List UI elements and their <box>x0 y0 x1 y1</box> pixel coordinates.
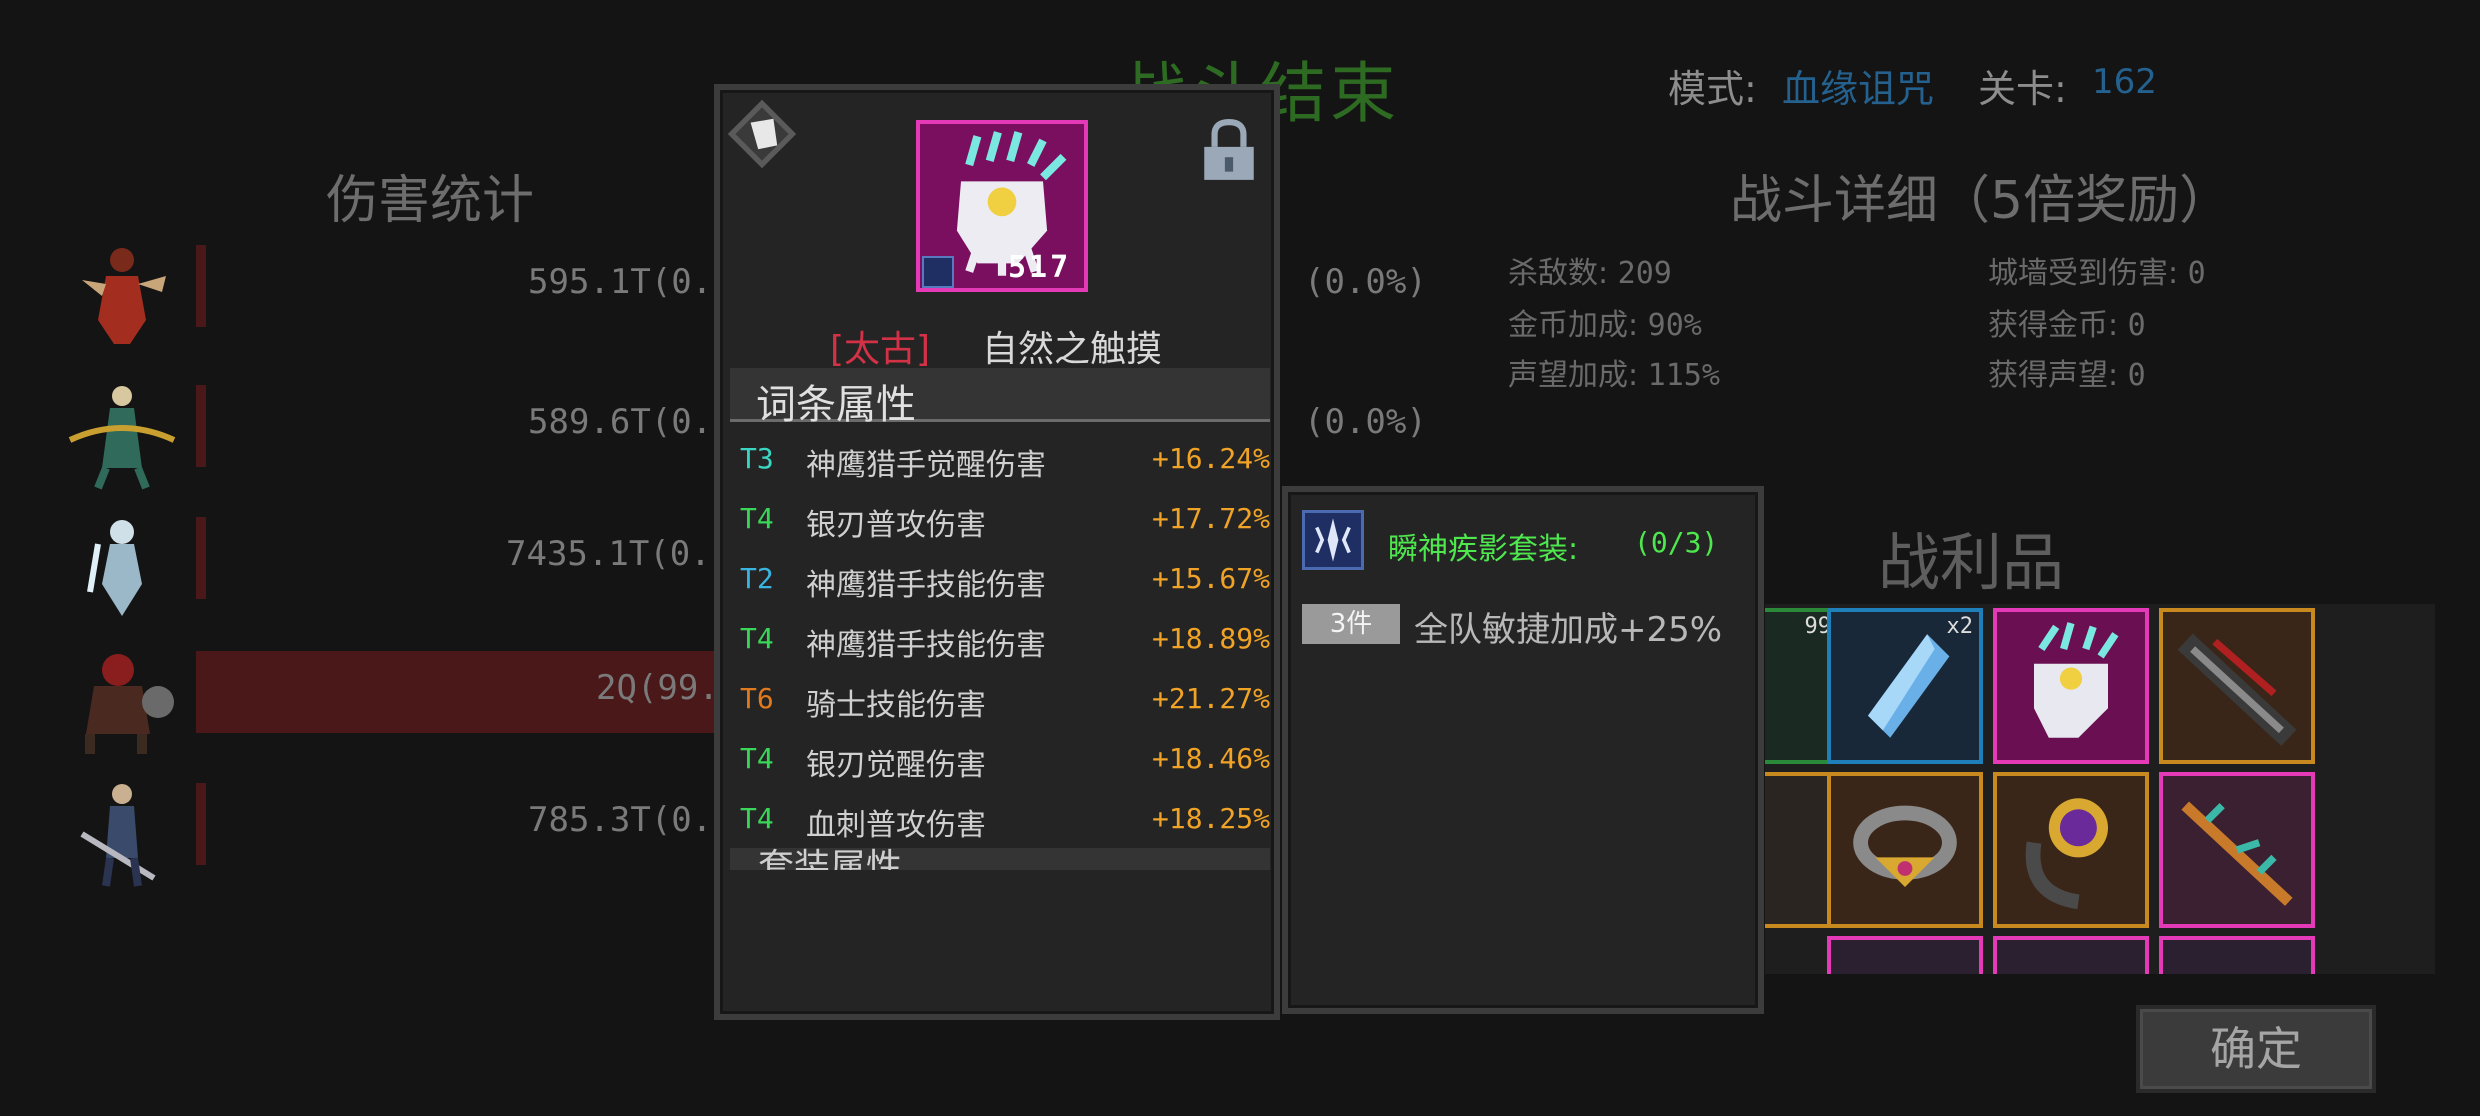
damage-percent: (0.0%) <box>1304 262 1427 302</box>
stat-fame-earned: 获得声望: 0 <box>1988 358 2146 393</box>
affix-section-header: 词条属性 <box>730 368 1270 428</box>
hero-mage-icon <box>62 512 182 622</box>
battle-detail-title: 战斗详细（5倍奖励） <box>1730 171 2232 231</box>
hero-red-warrior-icon <box>62 240 182 350</box>
mode-value: 血缘诅咒 <box>1782 67 1935 111</box>
affix-row: T4 银刃普攻伤害 +17.72% <box>740 502 1270 543</box>
crystal-shard-icon[interactable]: x2 <box>1827 608 1983 764</box>
stage-value: 162 <box>2092 62 2157 102</box>
confirm-button[interactable]: 确定 <box>2136 1005 2376 1093</box>
damage-stats-title: 伤害统计 <box>326 171 535 231</box>
feather-claw-icon[interactable] <box>1993 608 2149 764</box>
damage-value: 785.3T(0. <box>528 800 713 840</box>
loot-grid: 99 x2 <box>1765 604 2445 974</box>
set-name: 瞬神疾影套装: <box>1388 532 1579 567</box>
loot-title: 战利品 <box>1878 526 2065 599</box>
affix-row: T6 骑士技能伤害 +21.27% <box>740 682 1270 723</box>
affix-row: T3 神鹰猎手觉醒伤害 +16.24% <box>740 442 1270 483</box>
affix-row: T4 神鹰猎手技能伤害 +18.89% <box>740 622 1270 663</box>
damage-bar <box>196 517 206 599</box>
stat-kills: 杀敌数: 209 <box>1508 256 1672 291</box>
set-emblem-icon <box>922 256 954 288</box>
thorn-bow-icon[interactable] <box>2159 772 2315 928</box>
damage-value: 589.6T(0. <box>528 402 713 442</box>
damage-bar <box>196 245 206 327</box>
set-piece-badge: 3件 <box>1302 604 1400 644</box>
set-section-header: 套装属性 <box>730 848 1270 870</box>
damage-bar <box>196 783 206 865</box>
hero-berserker-icon <box>62 646 182 756</box>
item-name: 自然之触摸 <box>982 329 1163 370</box>
damage-value: 595.1T(0. <box>528 262 713 302</box>
stage-label: 关卡: <box>1978 67 2067 111</box>
set-emblem-icon <box>1302 510 1364 570</box>
damage-bar <box>196 385 206 467</box>
stat-gold-bonus: 金币加成: 90% <box>1508 308 1702 343</box>
item-tooltip-panel: 517 [太古] 自然之触摸 词条属性 T3 神鹰猎手觉醒伤害 +16.24% … <box>714 84 1280 1020</box>
affix-row: T4 血刺普攻伤害 +18.25% <box>740 802 1270 843</box>
purple-gem-ring-icon[interactable] <box>1993 772 2149 928</box>
mode-label: 模式: <box>1668 67 1757 111</box>
loot-slot[interactable] <box>1827 936 1983 974</box>
hero-swordsman-icon <box>62 778 182 888</box>
damage-percent: (0.0%) <box>1304 402 1427 442</box>
item-level: 517 <box>1008 250 1072 285</box>
loot-slot[interactable] <box>1993 936 2149 974</box>
damage-value: 7435.1T(0. <box>506 534 711 574</box>
stat-fame-bonus: 声望加成: 115% <box>1508 358 1720 393</box>
set-progress: (0/3) <box>1634 526 1719 559</box>
set-bonus-text: 全队敏捷加成+25% <box>1414 610 1723 650</box>
crossbow-icon[interactable] <box>2159 608 2315 764</box>
affix-row: T2 神鹰猎手技能伤害 +15.67% <box>740 562 1270 603</box>
stat-wall-damage: 城墙受到伤害: 0 <box>1988 256 2206 291</box>
item-rarity: [太古] <box>830 329 931 370</box>
equip-glove-icon[interactable] <box>724 96 800 172</box>
hero-archer-icon <box>62 380 182 490</box>
gold-ring-icon[interactable] <box>1827 772 1983 928</box>
lock-icon[interactable] <box>1198 118 1260 184</box>
affix-row: T4 银刃觉醒伤害 +18.46% <box>740 742 1270 783</box>
set-bonus-panel: 瞬神疾影套装: (0/3) 3件 全队敏捷加成+25% <box>1282 486 1764 1014</box>
stat-gold-earned: 获得金币: 0 <box>1988 308 2146 343</box>
damage-value: 2Q(99. <box>596 668 719 708</box>
loot-slot[interactable] <box>2159 936 2315 974</box>
